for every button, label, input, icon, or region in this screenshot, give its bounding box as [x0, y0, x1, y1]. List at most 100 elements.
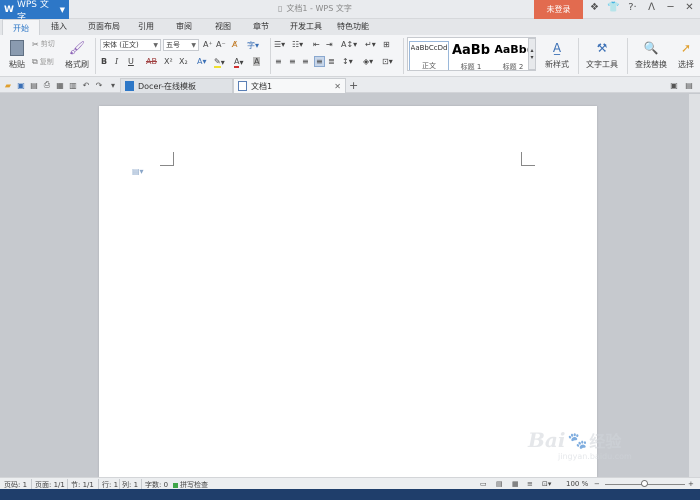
page-setup-icon[interactable]: ▥	[68, 80, 78, 90]
view-mode-read-icon[interactable]: ▭	[480, 480, 487, 488]
fit-page-icon[interactable]: ⊡▾	[542, 480, 551, 488]
baidu-jingyan-watermark: Bai 🐾 经验 jingyan.baidu.com	[528, 428, 632, 461]
table-borders-button[interactable]: ⊞	[383, 40, 390, 49]
login-button[interactable]: 未登录	[534, 0, 583, 19]
new-tab-button[interactable]: +	[349, 79, 358, 92]
redo-icon[interactable]: ↷	[94, 80, 104, 90]
app-menu-button[interactable]: W WPS 文字 ▼	[0, 0, 69, 23]
document-page[interactable]: ▤▾	[99, 106, 597, 478]
superscript-button[interactable]: X²	[164, 57, 173, 66]
tile-windows-icon[interactable]: ▣	[669, 80, 679, 90]
style-sample: AaBb	[451, 43, 491, 58]
customize-qat-icon[interactable]: ▾	[108, 80, 118, 90]
tab-home[interactable]: 开始	[2, 19, 40, 36]
tab-chapter[interactable]: 章节	[253, 21, 269, 32]
view-mode-web-icon[interactable]: ▦	[512, 480, 519, 488]
minimize-icon[interactable]: ─	[664, 2, 677, 13]
subscript-button[interactable]: X₂	[179, 57, 188, 66]
close-tab-icon[interactable]: ✕	[334, 82, 341, 91]
zoom-out-icon[interactable]: −	[594, 480, 600, 488]
vertical-scrollbar[interactable]	[689, 94, 700, 477]
find-replace-button[interactable]: 🔍 查找替换	[631, 38, 671, 72]
format-painter-button[interactable]: 🖌 格式刷	[64, 38, 90, 72]
align-center-button[interactable]: ≡	[289, 57, 296, 66]
strikethrough-button[interactable]: AB	[146, 57, 157, 66]
justify-button[interactable]: ≡	[314, 56, 325, 67]
zoom-in-icon[interactable]: +	[688, 480, 694, 488]
window-title: ▯ 文档1 - WPS 文字	[278, 3, 352, 14]
grow-font-button[interactable]: A⁺	[203, 40, 213, 49]
undo-icon[interactable]: ↶	[81, 80, 91, 90]
font-name-select[interactable]: 宋体 (正文) ▼	[100, 39, 161, 51]
underline-button[interactable]: U	[128, 57, 134, 66]
tab-view[interactable]: 视图	[215, 21, 231, 32]
new-style-button[interactable]: A̲ 新样式	[540, 38, 574, 72]
distributed-button[interactable]: ≣	[328, 57, 335, 66]
bullets-button[interactable]: ☰▾	[274, 40, 285, 49]
asian-layout-button[interactable]: A↕▾	[341, 40, 357, 49]
format-painter-label: 格式刷	[65, 59, 89, 69]
style-label: 正文	[422, 62, 436, 70]
magnifier-icon: 🔍	[643, 40, 659, 55]
style-heading-2[interactable]: AaBb( 标题 2	[493, 41, 533, 70]
align-left-icon: ≡	[275, 57, 282, 66]
text-tools-icon: ⚒	[596, 40, 608, 55]
doc-tab-label: Docer-在线模板	[138, 81, 197, 91]
view-mode-page-icon[interactable]: ▤	[496, 480, 503, 488]
decrease-indent-button[interactable]: ⇤	[313, 40, 320, 49]
paste-button[interactable]: 粘贴	[6, 38, 28, 72]
save-icon[interactable]: ▣	[16, 80, 26, 90]
export-pdf-icon[interactable]: ▤	[29, 80, 39, 90]
cut-button[interactable]: ✂ 剪切	[32, 39, 55, 49]
zoom-percentage[interactable]: 100 %	[566, 480, 588, 488]
font-size-select[interactable]: 五号 ▼	[163, 39, 199, 51]
font-color-button[interactable]: A ▾	[234, 57, 244, 68]
doc-tab-label: 文档1	[251, 81, 273, 91]
close-icon[interactable]: ✕	[683, 2, 696, 13]
watermark-brand2: 经验	[589, 432, 622, 451]
text-tools-button[interactable]: ⚒ 文字工具	[582, 38, 622, 72]
style-gallery-scroll[interactable]: ▴ ▾	[528, 38, 536, 70]
align-right-button[interactable]: ≡	[302, 57, 309, 66]
separator	[578, 38, 579, 74]
shirt-icon[interactable]: 👕	[607, 2, 620, 13]
char-shading-button[interactable]: A	[253, 57, 261, 66]
line-spacing-button[interactable]: ↕▾	[342, 57, 353, 66]
select-button[interactable]: ➚ 选择	[673, 38, 699, 72]
bold-button[interactable]: B	[101, 57, 107, 66]
text-effect-button[interactable]: A▾	[197, 57, 207, 66]
tab-developer[interactable]: 开发工具	[290, 21, 322, 32]
doc-tab-docer[interactable]: Docer-在线模板	[120, 78, 233, 93]
open-folder-icon[interactable]: ▰	[3, 80, 13, 90]
paragraph-options-icon[interactable]: ▤▾	[132, 167, 144, 176]
zoom-slider-handle[interactable]	[641, 480, 648, 487]
help-icon[interactable]: ?·	[626, 2, 639, 13]
tab-review[interactable]: 审阅	[176, 21, 192, 32]
tab-references[interactable]: 引用	[138, 21, 154, 32]
tab-list-icon[interactable]: ▤	[684, 80, 694, 90]
clear-format-button[interactable]: A̸	[232, 40, 237, 49]
tab-page-layout[interactable]: 页面布局	[88, 21, 120, 32]
collapse-ribbon-icon[interactable]: ᐱ	[645, 2, 658, 13]
highlight-button[interactable]: ✎ ▾	[214, 57, 225, 68]
increase-indent-button[interactable]: ⇥	[326, 40, 333, 49]
italic-button[interactable]: I	[115, 57, 118, 66]
tab-insert[interactable]: 插入	[51, 21, 67, 32]
numbering-button[interactable]: ☷▾	[292, 40, 303, 49]
style-heading-1[interactable]: AaBb 标题 1	[451, 41, 491, 70]
print-preview-icon[interactable]: ▦	[55, 80, 65, 90]
tab-features[interactable]: 特色功能	[337, 21, 369, 32]
align-left-button[interactable]: ≡	[275, 57, 282, 66]
text-effect-icon: A▾	[197, 57, 207, 66]
view-mode-outline-icon[interactable]: ≡	[527, 480, 533, 488]
print-icon[interactable]: ⎙	[42, 80, 52, 90]
show-marks-button[interactable]: ↵▾	[365, 40, 376, 49]
copy-button[interactable]: ⧉ 复制	[32, 57, 54, 67]
style-normal[interactable]: AaBbCcDd 正文	[409, 41, 449, 70]
doc-tab-document1[interactable]: 文档1 ✕	[233, 78, 346, 93]
pinyin-button[interactable]: 字▾	[247, 40, 259, 51]
border-button[interactable]: ⊡▾	[382, 57, 393, 66]
shading-button[interactable]: ◈▾	[363, 57, 373, 66]
shrink-font-button[interactable]: A⁻	[216, 40, 226, 49]
gear-icon[interactable]: ❖	[588, 2, 601, 13]
